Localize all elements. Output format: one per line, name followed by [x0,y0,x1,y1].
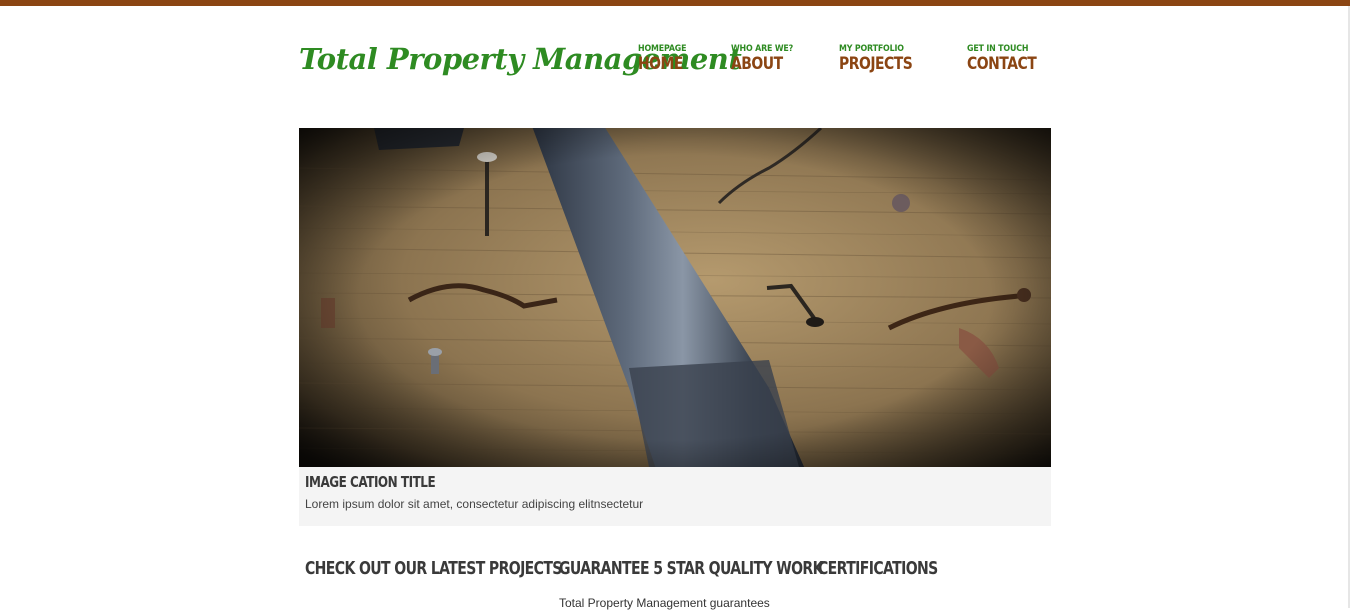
nav-main-label: ABOUT [730,54,783,74]
nav-sub-label: GET IN TOUCH [966,44,1028,54]
nav-main-label: CONTACT [966,54,1037,74]
nav-item-projects[interactable]: MY PORTFOLIO PROJECTS [839,44,928,74]
nav-sub-label: HOMEPAGE [637,44,687,54]
page-container: Total Property Management HOMEPAGE HOME … [299,0,1051,610]
hero-image [299,128,1051,467]
nav-sub-label: WHO ARE WE? [730,44,793,54]
nav-item-home[interactable]: HOMEPAGE HOME [638,44,693,74]
nav-main-label: HOME [637,54,683,74]
nav-item-contact[interactable]: GET IN TOUCH CONTACT [967,44,1051,74]
main-nav: HOMEPAGE HOME WHO ARE WE? ABOUT MY PORTF… [600,44,1051,74]
hero-caption: IMAGE CATION TITLE Lorem ipsum dolor sit… [299,467,1051,526]
section-heading: CHECK OUT OUR LATEST PROJECTS [305,558,562,579]
section-certifications: CERTIFICATIONS [818,558,971,580]
section-heading: CERTIFICATIONS [818,558,938,579]
nav-item-about[interactable]: WHO ARE WE? ABOUT [731,44,802,74]
section-heading: GUARANTEE 5 STAR QUALITY WORK [559,558,823,579]
nav-sub-label: MY PORTFOLIO [839,44,904,54]
caption-text: Lorem ipsum dolor sit amet, consectetur … [305,497,644,511]
nav-main-label: PROJECTS [839,54,913,74]
caption-title: IMAGE CATION TITLE [305,473,436,491]
